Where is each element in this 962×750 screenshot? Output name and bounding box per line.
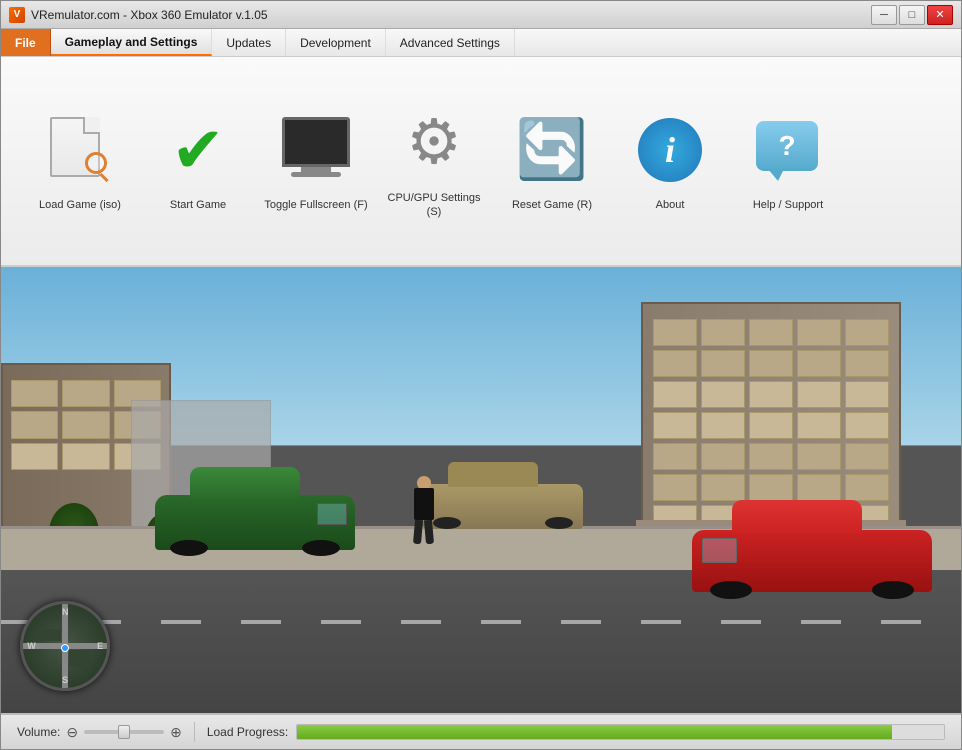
fullscreen-label: Toggle Fullscreen (F) [264,198,367,212]
about-label: About [656,198,685,212]
minimap-inner: N S E W [23,604,107,688]
app-icon: V [9,7,25,23]
about-icon-wrap: i [630,110,710,190]
progress-container: Load Progress: [207,724,945,740]
volume-min-icon[interactable]: ⊖ [66,724,78,741]
checkmark-icon: ✔ [163,115,233,185]
start-game-icon-wrap: ✔ [158,110,238,190]
volume-label: Volume: [17,725,60,739]
load-game-icon [45,117,115,182]
cpu-gpu-icon-wrap: ⚙ [394,103,474,183]
game-scene: N S E W [1,267,961,713]
character [414,476,434,544]
load-game-label: Load Game (iso) [39,198,121,212]
window-frame: V VRemulator.com - Xbox 360 Emulator v.1… [0,0,962,750]
status-bar: Volume: ⊖ ⊕ Load Progress: [1,713,961,749]
close-button[interactable]: ✕ [927,5,953,25]
menu-advanced[interactable]: Advanced Settings [386,29,515,56]
window-title: VRemulator.com - Xbox 360 Emulator v.1.0… [31,8,268,22]
progress-bar-fill [297,725,892,739]
menu-file[interactable]: File [1,29,51,56]
about-button[interactable]: i About [611,100,729,222]
load-game-icon-wrap [40,110,120,190]
load-game-button[interactable]: Load Game (iso) [21,100,139,222]
title-bar: V VRemulator.com - Xbox 360 Emulator v.1… [1,1,961,29]
game-viewport: N S E W [1,267,961,713]
minimap-player-dot [61,644,69,652]
volume-slider[interactable] [84,730,164,734]
help-icon: ? [756,121,820,179]
start-game-button[interactable]: ✔ Start Game [139,100,257,222]
cpu-gpu-button[interactable]: ⚙ CPU/GPU Settings (S) [375,93,493,230]
volume-slider-thumb [118,725,130,739]
progress-bar [296,724,945,740]
reset-icon: 🔄 [516,121,588,179]
fullscreen-button[interactable]: Toggle Fullscreen (F) [257,100,375,222]
menu-updates[interactable]: Updates [212,29,286,56]
volume-max-icon[interactable]: ⊕ [170,724,182,741]
help-label: Help / Support [753,198,823,212]
car-red [692,530,932,615]
progress-label: Load Progress: [207,725,288,739]
help-icon-wrap: ? [748,110,828,190]
menu-bar: File Gameplay and Settings Updates Devel… [1,29,961,57]
sky-layer [1,267,961,445]
menu-gameplay[interactable]: Gameplay and Settings [51,29,213,56]
start-game-label: Start Game [170,198,226,212]
car-green [155,495,355,570]
maximize-button[interactable]: □ [899,5,925,25]
minimize-button[interactable]: ─ [871,5,897,25]
car-background [423,484,583,539]
fullscreen-icon-wrap [276,110,356,190]
gear-icon: ⚙ [406,112,462,174]
reset-game-icon-wrap: 🔄 [512,110,592,190]
window-controls: ─ □ ✕ [871,5,953,25]
help-button[interactable]: ? Help / Support [729,100,847,222]
menu-development[interactable]: Development [286,29,386,56]
status-divider [194,722,195,742]
monitor-icon [282,117,350,182]
reset-game-label: Reset Game (R) [512,198,592,212]
minimap: N S E W [20,601,110,691]
reset-game-button[interactable]: 🔄 Reset Game (R) [493,100,611,222]
toolbar: Load Game (iso) ✔ Start Game Toggle Full… [1,57,961,267]
cpu-gpu-label: CPU/GPU Settings (S) [380,191,488,220]
title-bar-left: V VRemulator.com - Xbox 360 Emulator v.1… [9,7,268,23]
volume-control[interactable]: Volume: ⊖ ⊕ [17,724,182,741]
about-icon: i [638,118,702,182]
